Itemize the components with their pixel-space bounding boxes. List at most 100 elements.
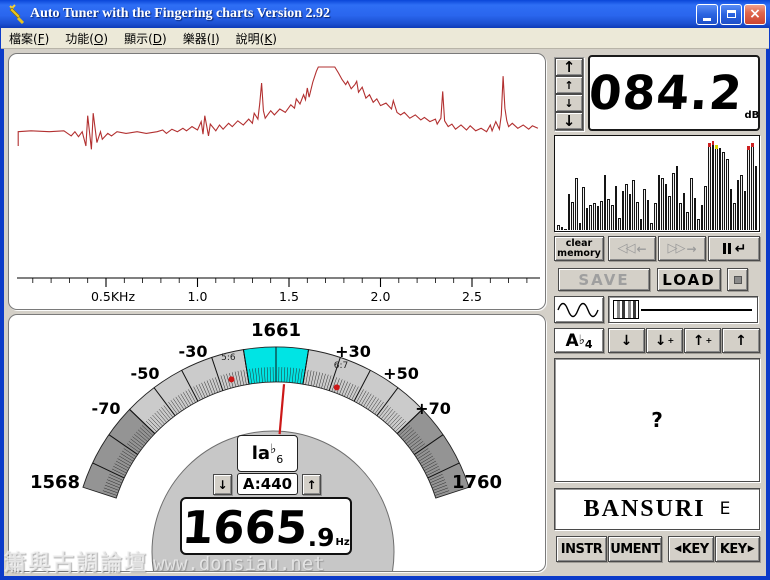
histogram-peak-tip — [707, 142, 711, 147]
forward-button[interactable]: ▷▷ → — [658, 236, 706, 261]
ratio-marker-label: 6:7 — [334, 361, 348, 371]
x-axis-tick-label: 2.0 — [371, 289, 391, 304]
histogram-bar — [643, 189, 646, 230]
histogram-bar — [679, 203, 682, 230]
level-down-button[interactable]: ↓ — [555, 94, 583, 112]
histogram-bar — [718, 148, 722, 230]
close-button[interactable]: × — [744, 3, 766, 25]
rewind-icon: ◁◁ — [617, 241, 635, 256]
right-triangle-icon: ▶ — [747, 544, 755, 554]
histogram-bar — [628, 194, 632, 230]
ratio-marker-dot — [333, 384, 340, 391]
title-bar[interactable]: Auto Tuner with the Fingering charts Ver… — [0, 0, 770, 28]
histogram-bar — [747, 146, 751, 230]
reference-up-button[interactable]: ↑ — [302, 474, 321, 495]
instrument-button-left[interactable]: INSTR — [556, 536, 607, 562]
save-button[interactable]: SAVE — [558, 268, 650, 291]
menu-item-d[interactable]: 顯示(D) — [116, 28, 175, 49]
down-arrow-icon: ↓ — [564, 96, 574, 110]
level-up-fast-button[interactable]: ↑ — [555, 58, 583, 76]
db-level-display: 084.2 dB — [587, 55, 760, 131]
minimize-button[interactable] — [696, 3, 718, 25]
histogram-bar — [661, 178, 664, 230]
pitch-down-octave-button[interactable]: ↓ — [608, 328, 645, 353]
x-axis-tick-label: 2.5 — [462, 289, 482, 304]
menu-item-f[interactable]: 檔案(F) — [1, 28, 57, 49]
spectrum-curve — [17, 66, 539, 150]
tuning-fork-icon — [6, 4, 26, 25]
waveform-button[interactable] — [554, 296, 604, 323]
histogram-bar — [743, 190, 747, 230]
instrument-name: BANSURI — [583, 495, 706, 522]
histogram-bar — [664, 183, 668, 230]
down-arrow-icon: ↓ — [654, 332, 667, 349]
level-down-fast-button[interactable]: ↓ — [555, 112, 583, 130]
menu-item-i[interactable]: 樂器(I) — [175, 28, 228, 49]
clear-memory-button[interactable]: clear memory — [554, 236, 604, 261]
maximize-button[interactable] — [720, 3, 742, 25]
pitch-up-step-button[interactable]: ↑ + — [684, 328, 721, 353]
histogram-bar — [754, 165, 758, 230]
histogram-bar — [560, 227, 564, 230]
histogram-bar — [657, 174, 661, 230]
histogram-bar — [610, 205, 614, 230]
gauge-cents-label: +50 — [383, 364, 419, 383]
forward-icon: ▷▷ — [667, 241, 685, 256]
rewind-button[interactable]: ◁◁ ← — [608, 236, 656, 261]
app-window: Auto Tuner with the Fingering charts Ver… — [0, 0, 770, 580]
load-button[interactable]: LOAD — [657, 268, 721, 291]
x-axis-tick-label: 0.5KHz — [91, 289, 135, 304]
menu-item-k[interactable]: 說明(K) — [228, 28, 285, 49]
histogram-bar — [672, 173, 675, 230]
histogram-bar — [751, 142, 754, 230]
histogram-bar — [618, 217, 621, 230]
instrument-display: BANSURI E — [554, 488, 760, 530]
histogram-peak-tip — [747, 146, 751, 151]
histogram-bar — [621, 190, 625, 230]
histogram-bar — [585, 207, 589, 230]
client-area: 0.5KHz 1.0 1.5 2.0 2.5 -30 +30 -50 +50 -70 +70 166… — [4, 49, 766, 576]
pitch-note-button[interactable]: A♭4 — [554, 328, 604, 353]
reference-pitch-display: A:440 — [237, 473, 298, 495]
histogram-bar — [603, 174, 607, 230]
slider-handle[interactable] — [613, 300, 639, 319]
gauge-cents-label: +70 — [415, 399, 451, 418]
histogram-bar — [571, 201, 574, 230]
histogram-bar — [711, 141, 715, 230]
histogram-bar — [567, 194, 571, 230]
gauge-center-frequency-label: 1661 — [251, 320, 301, 341]
histogram-bar — [654, 203, 657, 230]
histogram-peak-tip — [751, 142, 754, 147]
key-next-button[interactable]: KEY ▶ — [715, 536, 760, 562]
reference-down-button[interactable]: ↓ — [213, 474, 232, 495]
histogram-bar — [682, 192, 686, 230]
position-slider[interactable] — [608, 296, 758, 323]
pitch-up-octave-button[interactable]: ↑ — [722, 328, 760, 353]
level-up-button[interactable]: ↑ — [555, 76, 583, 94]
frequency-unit: Hz — [335, 537, 350, 548]
key-previous-button[interactable]: ◀ KEY — [668, 536, 714, 562]
instrument-button-right[interactable]: UMENT — [608, 536, 662, 562]
pitch-down-step-button[interactable]: ↓ + — [646, 328, 683, 353]
fingering-chart-display: ? — [554, 358, 760, 482]
note-display: la♭6 — [237, 435, 298, 472]
watermark: 簫與古調論壇 www.donsiau.net — [4, 551, 325, 576]
histogram-bar — [632, 180, 636, 230]
square-icon — [733, 275, 742, 284]
histogram-bar — [574, 178, 578, 230]
menu-item-o[interactable]: 功能(O) — [57, 28, 116, 49]
level-stepper-group: ↑ ↑ ↓ ↓ — [554, 57, 584, 131]
stop-button[interactable] — [727, 268, 748, 291]
histogram-bar — [668, 196, 671, 230]
histogram-bar — [636, 201, 639, 230]
pause-button[interactable]: ↵ — [708, 236, 760, 261]
histogram-bar — [589, 205, 592, 230]
up-arrow-icon: ↑ — [692, 332, 705, 349]
histogram-bar — [736, 180, 740, 230]
histogram-bar — [729, 189, 733, 230]
ratio-marker-dot — [228, 376, 235, 383]
histogram-bar — [596, 205, 600, 230]
spectrum-plot: 0.5KHz 1.0 1.5 2.0 2.5 — [17, 66, 540, 304]
gauge-cents-label: -70 — [92, 399, 121, 418]
histogram-bar — [704, 185, 707, 230]
